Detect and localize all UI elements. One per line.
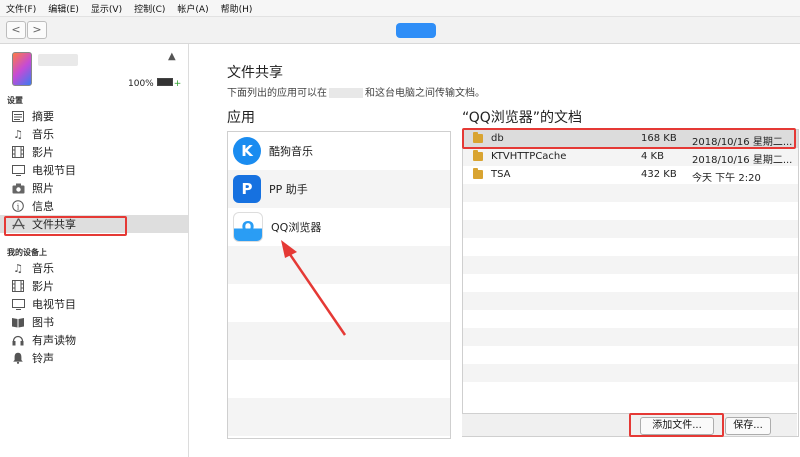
sidebar-item-label: 图书 <box>32 316 54 329</box>
battery-status: 100% + <box>128 78 181 89</box>
menu-file[interactable]: 文件(F) <box>0 2 42 15</box>
settings-header: 设置 <box>7 96 23 105</box>
battery-icon <box>156 78 173 86</box>
book-icon <box>11 315 25 329</box>
sidebar-item-summary[interactable]: 摘要 <box>0 107 188 125</box>
sidebar-item-label: 电视节目 <box>32 164 76 177</box>
bell-icon <box>11 351 25 365</box>
menu-view[interactable]: 显示(V) <box>85 2 128 15</box>
sidebar-item-movies[interactable]: 影片 <box>0 143 188 161</box>
sidebar-item-device-ringtones[interactable]: 铃声 <box>0 349 188 367</box>
menu-account[interactable]: 帐户(A) <box>171 2 214 15</box>
sidebar-item-label: 信息 <box>32 200 54 213</box>
music-note-icon: ♫ <box>13 261 23 275</box>
tv-icon <box>11 163 25 177</box>
sidebar-item-label: 影片 <box>32 280 54 293</box>
device-name <box>38 54 78 66</box>
camera-icon <box>11 181 25 195</box>
iphone-icon <box>12 52 32 86</box>
annotation-arrow <box>281 240 347 336</box>
menu-bar: 文件(F) 编辑(E) 显示(V) 控制(C) 帐户(A) 帮助(H) <box>0 0 800 17</box>
file-sharing-highlight <box>4 216 127 236</box>
sidebar-item-device-tv[interactable]: 电视节目 <box>0 295 188 313</box>
menu-edit[interactable]: 编辑(E) <box>42 2 85 15</box>
sidebar-item-label: 音乐 <box>32 128 54 141</box>
menu-help[interactable]: 帮助(H) <box>215 2 259 15</box>
toolbar: < > <box>0 17 800 44</box>
tv-icon <box>11 297 25 311</box>
main-content: 文件共享 下面列出的应用可以在 和这台电脑之间传输文档。 应用 “QQ浏览器”的文… <box>189 44 800 457</box>
sidebar-item-device-audiobooks[interactable]: 有声读物 <box>0 331 188 349</box>
device-button[interactable] <box>396 23 436 38</box>
sidebar-item-photos[interactable]: 照片 <box>0 179 188 197</box>
sidebar: ▲ 100% + 设置 摘要 ♫ 音乐 影片 电视节目 照片 i 信息 文件共享 … <box>0 44 189 457</box>
summary-icon <box>11 109 25 123</box>
sidebar-item-label: 有声读物 <box>32 334 76 347</box>
sidebar-item-label: 影片 <box>32 146 54 159</box>
back-button[interactable]: < <box>6 21 26 39</box>
sidebar-item-label: 摘要 <box>32 110 54 123</box>
sidebar-item-device-movies[interactable]: 影片 <box>0 277 188 295</box>
sidebar-item-label: 音乐 <box>32 262 54 275</box>
info-icon: i <box>11 199 25 213</box>
music-note-icon: ♫ <box>13 127 23 141</box>
sidebar-item-tv[interactable]: 电视节目 <box>0 161 188 179</box>
eject-icon[interactable]: ▲ <box>168 51 176 62</box>
menu-control[interactable]: 控制(C) <box>128 2 171 15</box>
my-device-header: 我的设备上 <box>7 248 47 257</box>
sidebar-item-label: 电视节目 <box>32 298 76 311</box>
sidebar-item-label: 铃声 <box>32 352 54 365</box>
forward-button[interactable]: > <box>27 21 47 39</box>
sidebar-item-music[interactable]: ♫ 音乐 <box>0 125 188 143</box>
battery-percent: 100% <box>128 79 154 89</box>
film-icon <box>11 145 25 159</box>
sidebar-item-info[interactable]: i 信息 <box>0 197 188 215</box>
film-icon <box>11 279 25 293</box>
sidebar-item-label: 照片 <box>32 182 54 195</box>
svg-text:i: i <box>17 202 20 211</box>
audiobook-icon <box>11 333 25 347</box>
charging-indicator: + <box>173 79 182 89</box>
sidebar-item-device-music[interactable]: ♫ 音乐 <box>0 259 188 277</box>
sidebar-item-device-books[interactable]: 图书 <box>0 313 188 331</box>
